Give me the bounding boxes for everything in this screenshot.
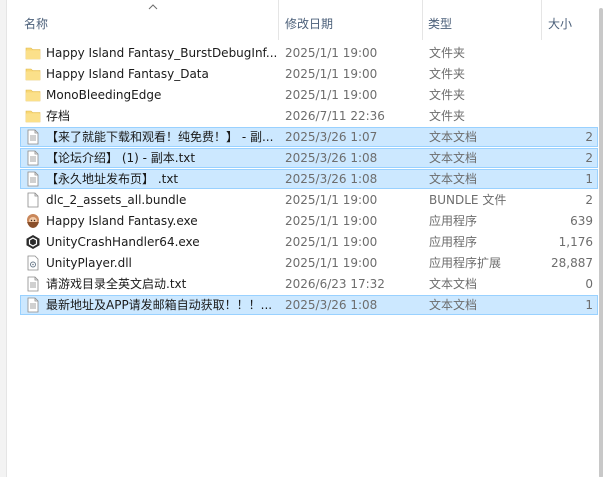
file-name: Happy Island Fantasy.exe bbox=[46, 214, 198, 228]
column-divider[interactable] bbox=[278, 0, 279, 40]
file-modified-date: 2025/1/1 19:00 bbox=[285, 193, 378, 207]
folder-icon bbox=[25, 108, 41, 124]
text-file-icon bbox=[25, 129, 41, 145]
file-row[interactable]: 存档 2026/7/11 22:36 文件夹 bbox=[20, 106, 598, 126]
file-modified-date: 2025/1/1 19:00 bbox=[285, 235, 378, 249]
file-name: Happy Island Fantasy_Data bbox=[46, 67, 209, 81]
file-type: 文件夹 bbox=[429, 109, 466, 123]
game-exe-icon bbox=[25, 213, 41, 229]
file-name: 最新地址及APP请发邮箱自动获取！！！... bbox=[46, 298, 273, 312]
text-file-icon bbox=[25, 297, 41, 313]
file-size bbox=[543, 107, 593, 125]
file-type: 文本文档 bbox=[429, 172, 478, 186]
file-size: 1,176 bbox=[558, 235, 593, 249]
folder-icon bbox=[25, 45, 41, 61]
file-modified-date: 2025/3/26 1:08 bbox=[285, 172, 378, 186]
file-modified-date: 2026/7/11 22:36 bbox=[285, 109, 385, 123]
file-name: Happy Island Fantasy_BurstDebugInf... bbox=[46, 46, 278, 60]
file-type: 文本文档 bbox=[429, 151, 478, 165]
file-size bbox=[543, 65, 593, 83]
file-modified-date: 2025/1/1 19:00 bbox=[285, 88, 378, 102]
file-row[interactable]: 【来了就能下载和观看！纯免费！】 - 副... 2025/3/26 1:07 文本文… bbox=[20, 127, 598, 147]
file-row[interactable]: Happy Island Fantasy_Data 2025/1/1 19:00 文… bbox=[20, 64, 598, 84]
unity-icon bbox=[25, 234, 41, 250]
dll-file-icon bbox=[25, 255, 41, 271]
column-header-size[interactable]: 大小 bbox=[548, 0, 572, 40]
file-size: 2 bbox=[585, 130, 593, 144]
file-modified-date: 2025/3/26 1:08 bbox=[285, 151, 378, 165]
file-row[interactable]: 【永久地址发布页】 .txt 2025/3/26 1:08 文本文档 1 bbox=[20, 169, 598, 189]
column-header-row: 名称 修改日期 类型 大小 bbox=[7, 0, 605, 40]
file-row[interactable]: 【论坛介绍】 (1) - 副本.txt 2025/3/26 1:08 文本文档 2 bbox=[20, 148, 598, 168]
file-row[interactable]: dlc_2_assets_all.bundle 2025/1/1 19:00 BUN… bbox=[20, 190, 598, 210]
file-size: 639 bbox=[570, 214, 593, 228]
file-modified-date: 2025/1/1 19:00 bbox=[285, 46, 378, 60]
column-divider[interactable] bbox=[422, 0, 423, 40]
file-type: 应用程序 bbox=[429, 235, 478, 249]
file-size: 2 bbox=[585, 193, 593, 207]
file-row[interactable]: 最新地址及APP请发邮箱自动获取！！！... 2025/3/26 1:08 文本文档… bbox=[20, 295, 598, 315]
file-type: 应用程序扩展 bbox=[429, 256, 502, 270]
file-row[interactable]: MonoBleedingEdge 2025/1/1 19:00 文件夹 bbox=[20, 85, 598, 105]
folder-icon bbox=[25, 66, 41, 82]
file-name: 【永久地址发布页】 .txt bbox=[46, 172, 179, 186]
file-type: 文本文档 bbox=[429, 130, 478, 144]
file-size: 28,887 bbox=[551, 256, 593, 270]
column-header-type[interactable]: 类型 bbox=[428, 0, 452, 40]
file-name: 【论坛介绍】 (1) - 副本.txt bbox=[46, 151, 196, 165]
file-row[interactable]: Happy Island Fantasy.exe 2025/1/1 19:00 应用… bbox=[20, 211, 598, 231]
file-type: 文件夹 bbox=[429, 67, 466, 81]
file-name: dlc_2_assets_all.bundle bbox=[46, 193, 187, 207]
text-file-icon bbox=[25, 276, 41, 292]
column-header-name[interactable]: 名称 bbox=[24, 0, 48, 40]
file-name: 请游戏目录全英文启动.txt bbox=[46, 277, 187, 291]
file-row[interactable]: UnityCrashHandler64.exe 2025/1/1 19:00 应用程… bbox=[20, 232, 598, 252]
file-type: 应用程序 bbox=[429, 214, 478, 228]
text-file-icon bbox=[25, 171, 41, 187]
file-name: 【来了就能下载和观看！纯免费！】 - 副... bbox=[46, 130, 274, 144]
file-size: 0 bbox=[585, 277, 593, 291]
vertical-scrollbar[interactable] bbox=[597, 0, 605, 477]
file-type: BUNDLE 文件 bbox=[429, 193, 507, 207]
file-modified-date: 2026/6/23 17:32 bbox=[285, 277, 385, 291]
file-row[interactable]: UnityPlayer.dll 2025/1/1 19:00 应用程序扩展 28,88… bbox=[20, 253, 598, 273]
file-size: 1 bbox=[585, 298, 593, 312]
text-file-icon bbox=[25, 150, 41, 166]
file-size: 1 bbox=[585, 172, 593, 186]
blank-file-icon bbox=[25, 192, 41, 208]
file-modified-date: 2025/1/1 19:00 bbox=[285, 214, 378, 228]
file-row[interactable]: Happy Island Fantasy_BurstDebugInf... 202… bbox=[20, 43, 598, 63]
file-modified-date: 2025/1/1 19:00 bbox=[285, 256, 378, 270]
file-name: MonoBleedingEdge bbox=[46, 88, 162, 102]
scrollbar-thumb[interactable] bbox=[599, 8, 603, 477]
file-modified-date: 2025/3/26 1:07 bbox=[285, 130, 378, 144]
file-type: 文本文档 bbox=[429, 298, 478, 312]
folder-icon bbox=[25, 87, 41, 103]
file-size bbox=[543, 44, 593, 62]
column-header-date[interactable]: 修改日期 bbox=[285, 0, 333, 40]
file-name: UnityCrashHandler64.exe bbox=[46, 235, 200, 249]
file-size: 2 bbox=[585, 151, 593, 165]
file-modified-date: 2025/3/26 1:08 bbox=[285, 298, 378, 312]
file-type: 文本文档 bbox=[429, 277, 478, 291]
navigation-pane-edge bbox=[0, 0, 7, 477]
file-row[interactable]: 请游戏目录全英文启动.txt 2026/6/23 17:32 文本文档 0 bbox=[20, 274, 598, 294]
file-name: UnityPlayer.dll bbox=[46, 256, 132, 270]
sort-ascending-icon bbox=[148, 4, 158, 10]
file-name: 存档 bbox=[46, 109, 71, 123]
file-type: 文件夹 bbox=[429, 88, 466, 102]
file-size bbox=[543, 86, 593, 104]
file-type: 文件夹 bbox=[429, 46, 466, 60]
column-divider[interactable] bbox=[541, 0, 542, 40]
file-modified-date: 2025/1/1 19:00 bbox=[285, 67, 378, 81]
